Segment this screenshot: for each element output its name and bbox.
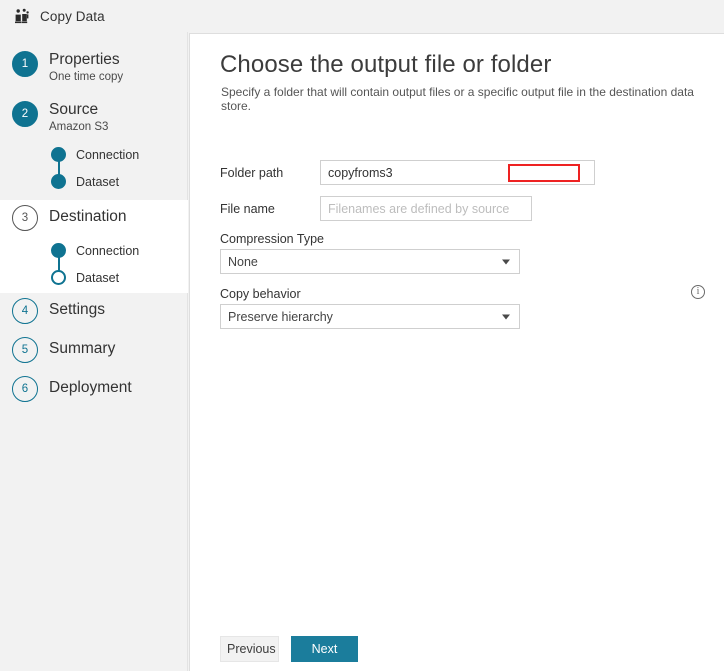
compression-type-label: Compression Type xyxy=(220,232,324,246)
step-number-badge-5: 5 xyxy=(12,337,38,363)
wizard-step-deployment[interactable]: 6 Deployment xyxy=(0,375,188,415)
info-icon[interactable]: i xyxy=(691,285,705,299)
window-titlebar: Copy Data xyxy=(0,0,724,32)
folder-path-label: Folder path xyxy=(220,166,320,180)
file-name-row: File name xyxy=(220,196,532,221)
substep-label: Dataset xyxy=(76,175,119,189)
step-number-badge-6: 6 xyxy=(12,376,38,402)
previous-button[interactable]: Previous xyxy=(220,636,279,662)
copy-behavior-select[interactable]: Preserve hierarchy xyxy=(220,304,520,329)
wizard-step-properties[interactable]: 1 Properties One time copy xyxy=(0,50,188,98)
substep-destination-dataset[interactable]: Dataset xyxy=(51,264,188,291)
file-name-label: File name xyxy=(220,202,320,216)
chevron-down-icon xyxy=(502,314,510,319)
page-title: Choose the output file or folder xyxy=(220,51,551,79)
file-name-input[interactable] xyxy=(320,196,532,221)
wizard-step-summary[interactable]: 5 Summary xyxy=(0,336,188,376)
substep-label: Connection xyxy=(76,244,139,258)
main-content-panel: Choose the output file or folder Specify… xyxy=(189,33,724,671)
substep-list-destination: Connection Dataset xyxy=(51,237,188,291)
step-label-source: Source xyxy=(49,100,108,119)
window-title: Copy Data xyxy=(40,9,105,24)
substep-list-source: Connection Dataset xyxy=(51,141,188,195)
step-number-badge-3: 3 xyxy=(12,205,38,231)
copy-data-wizard-window: Copy Data 1 Properties One time copy 2 xyxy=(0,0,724,671)
copy-data-icon xyxy=(14,7,32,25)
substep-label: Dataset xyxy=(76,271,119,285)
step-label-destination: Destination xyxy=(49,207,127,226)
step-number-badge-2: 2 xyxy=(12,101,38,127)
folder-path-row: Folder path xyxy=(220,160,595,185)
step-label-deployment: Deployment xyxy=(49,378,132,397)
substep-source-dataset[interactable]: Dataset xyxy=(51,168,188,195)
wizard-step-settings[interactable]: 4 Settings xyxy=(0,297,188,337)
step-sublabel-source: Amazon S3 xyxy=(49,120,108,135)
step-sublabel-properties: One time copy xyxy=(49,70,123,85)
step-number-badge-4: 4 xyxy=(12,298,38,324)
copy-behavior-value: Preserve hierarchy xyxy=(228,310,333,324)
substep-label: Connection xyxy=(76,148,139,162)
substep-dot-icon xyxy=(51,147,66,162)
step-label-summary: Summary xyxy=(49,339,115,358)
page-subtitle: Specify a folder that will contain outpu… xyxy=(221,85,724,113)
wizard-step-rail: 1 Properties One time copy 2 Source Amaz… xyxy=(0,32,188,671)
step-label-properties: Properties xyxy=(49,50,123,69)
chevron-down-icon xyxy=(502,259,510,264)
wizard-step-source[interactable]: 2 Source Amazon S3 Connection Dataset xyxy=(0,100,188,200)
substep-source-connection[interactable]: Connection xyxy=(51,141,188,168)
folder-path-input[interactable] xyxy=(320,160,595,185)
substep-dot-icon xyxy=(51,270,66,285)
compression-type-value: None xyxy=(228,255,258,269)
substep-destination-connection[interactable]: Connection xyxy=(51,237,188,264)
next-button[interactable]: Next xyxy=(291,636,358,662)
substep-dot-icon xyxy=(51,243,66,258)
step-number-badge-1: 1 xyxy=(12,51,38,77)
compression-type-select[interactable]: None xyxy=(220,249,520,274)
step-label-settings: Settings xyxy=(49,300,105,319)
wizard-step-destination[interactable]: 3 Destination Connection Dataset xyxy=(0,200,188,293)
copy-behavior-label: Copy behavior xyxy=(220,287,301,301)
substep-dot-icon xyxy=(51,174,66,189)
